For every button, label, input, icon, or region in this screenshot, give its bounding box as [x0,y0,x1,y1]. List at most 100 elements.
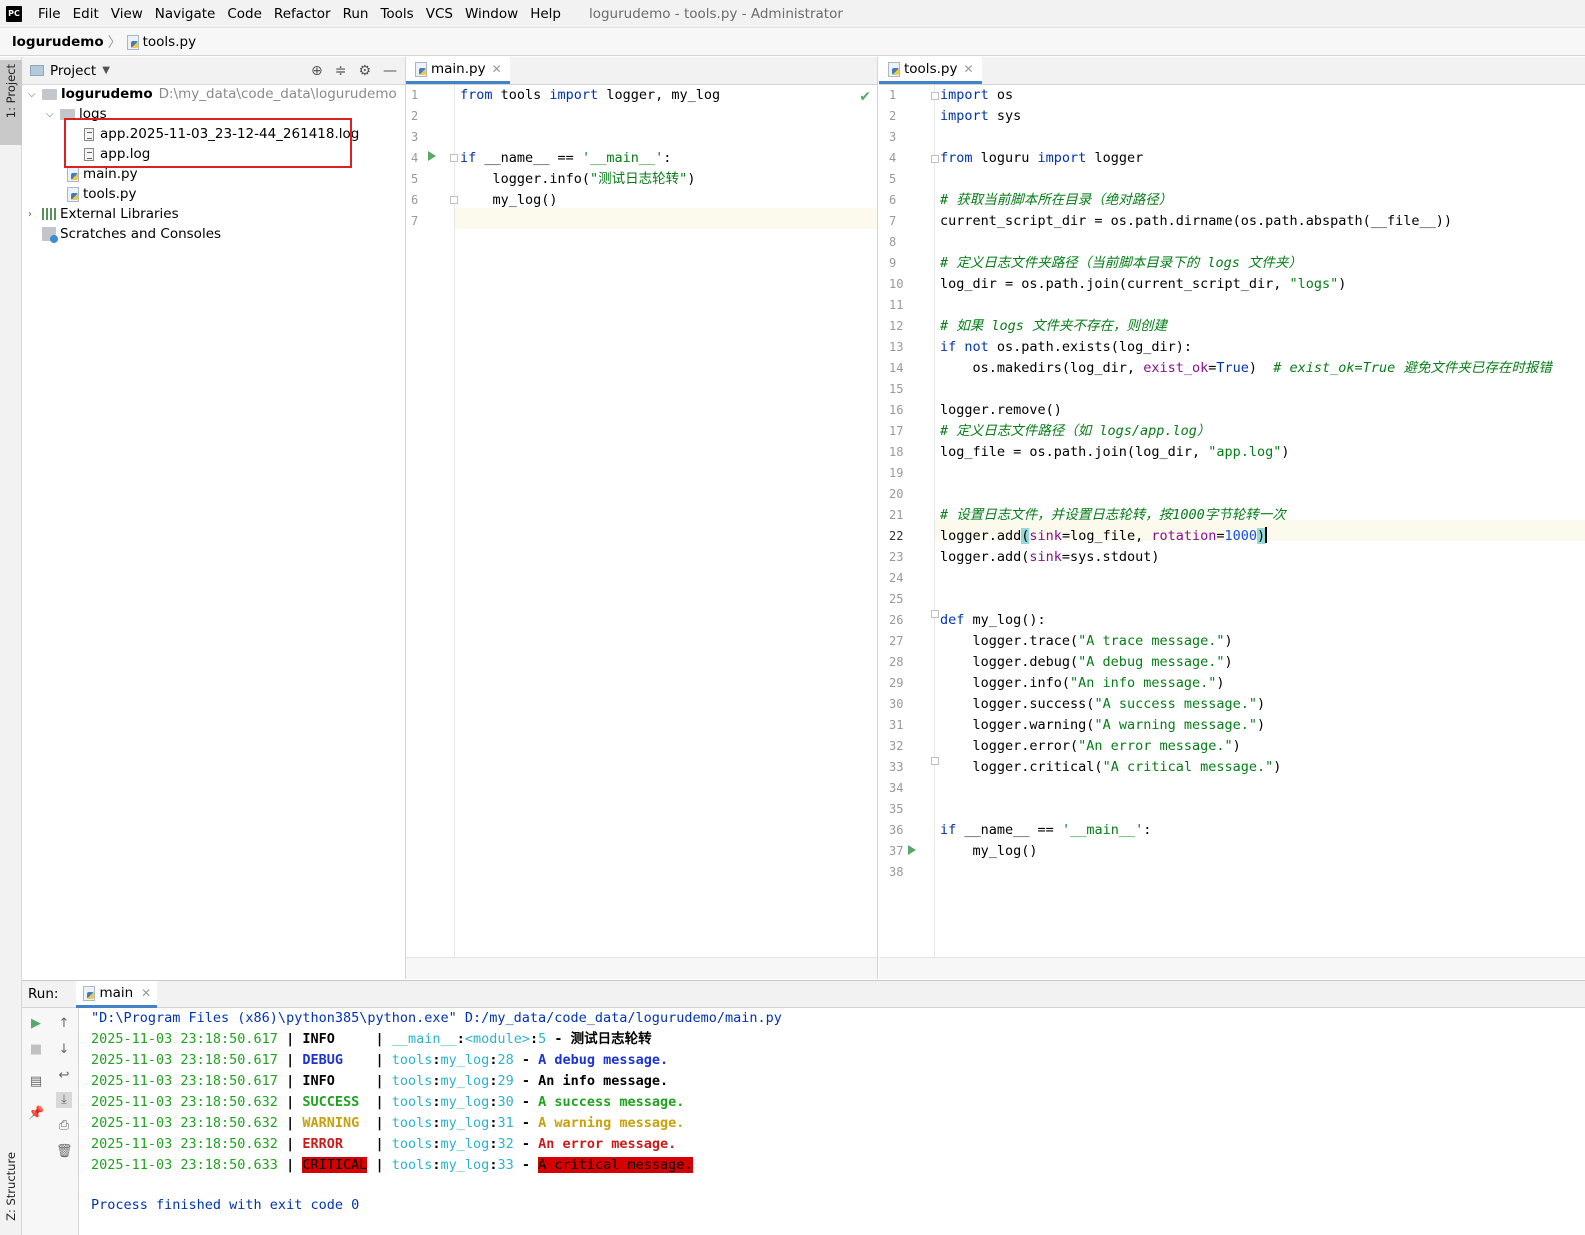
fold-marker-icon[interactable] [450,196,458,204]
menu-tools[interactable]: Tools [374,6,419,22]
inspection-ok-icon[interactable]: ✔ [859,89,871,105]
log-source-function: my_log [440,1136,490,1152]
tree-main-py-label: main.py [83,166,138,182]
chevron-right-icon[interactable]: › [28,209,42,220]
project-tool-button[interactable]: 1: Project [0,60,22,145]
tab-main-py[interactable]: main.py ✕ [406,57,510,84]
log-separator: | [277,1115,303,1131]
code-line: logger.debug("A debug message.") [940,654,1233,670]
breadcrumb-project[interactable]: logurudemo [12,34,104,50]
tree-item-tools-py[interactable]: tools.py [66,184,136,204]
menu-edit[interactable]: Edit [67,6,105,22]
close-icon[interactable]: ✕ [492,62,502,76]
console-output[interactable]: "D:\Program Files (x86)\python385\python… [91,1008,1585,1235]
fold-marker-icon[interactable] [931,610,939,618]
line-number: 18 [889,445,904,459]
menu-code[interactable]: Code [221,6,268,22]
line-number: 17 [889,424,904,438]
print-icon[interactable]: ⎙ [56,1118,72,1134]
code-line: logger.warning("A warning message.") [940,717,1266,733]
run-tab-main[interactable]: main ✕ [76,980,158,1008]
layout-icon[interactable]: ▤ [28,1074,44,1090]
code-line: os.makedirs(log_dir, exist_ok=True) # ex… [940,360,1552,376]
line-number: 20 [889,487,904,501]
line-number: 4 [411,151,419,165]
log-source-line: 31 [497,1115,514,1131]
log-timestamp: 2025-11-03 23:18:50.617 [91,1031,278,1047]
console-log-line: 2025-11-03 23:18:50.632 | ERROR | tools:… [91,1134,676,1155]
line-number: 1 [889,88,897,102]
log-level: DEBUG [302,1052,368,1068]
line-number: 10 [889,277,904,291]
code-line: logger.trace("A trace message.") [940,633,1233,649]
chevron-down-icon[interactable]: ▼ [102,65,110,76]
gear-icon[interactable]: ⚙ [358,63,371,79]
horizontal-scrollbar[interactable] [879,957,1585,979]
line-number: 34 [889,781,904,795]
log-separator: | [277,1031,303,1047]
breadcrumb-file[interactable]: tools.py [143,34,196,50]
line-number: 37 [889,844,904,858]
log-message: A success message. [538,1094,685,1110]
log-source-module: __main__ [391,1031,457,1047]
line-number: 31 [889,718,904,732]
menu-vcs[interactable]: VCS [420,6,459,22]
close-icon[interactable]: ✕ [141,986,151,1000]
run-tab-label: main [99,984,134,1001]
log-separator: - [513,1115,539,1131]
scroll-down-icon[interactable]: ↓ [56,1042,72,1058]
locate-icon[interactable]: ⊕ [311,63,323,79]
run-gutter-icon[interactable] [908,845,916,855]
line-number: 16 [889,403,904,417]
python-run-config-icon [82,985,96,1001]
pin-icon[interactable]: 📌 [28,1106,44,1122]
trash-icon[interactable]: 🗑 [56,1144,73,1160]
collapse-all-icon[interactable]: ≑ [335,63,347,79]
run-gutter-icon[interactable] [428,151,436,161]
soft-wrap-icon[interactable]: ↩ [56,1068,72,1084]
code-line: if __name__ == '__main__': [940,822,1152,838]
scroll-up-icon[interactable]: ↑ [56,1016,72,1032]
log-separator: | [277,1157,303,1173]
horizontal-scrollbar[interactable] [406,957,877,979]
chevron-down-icon[interactable]: ⌵ [46,109,60,120]
run-panel-header: Run: main ✕ [22,980,1585,1008]
code-line: logger.success("A success message.") [940,696,1266,712]
menu-refactor[interactable]: Refactor [268,6,337,22]
menu-file[interactable]: File [32,6,67,22]
fold-marker-icon[interactable] [931,757,939,765]
code-line: import os [940,87,1014,103]
project-panel-title[interactable]: Project [50,63,96,79]
menu-window[interactable]: Window [459,6,524,22]
rerun-icon[interactable]: ▶ [28,1016,44,1032]
close-icon[interactable]: ✕ [963,62,973,76]
log-source-function: my_log [440,1073,490,1089]
fold-marker-icon[interactable] [450,154,458,162]
console-log-line: 2025-11-03 23:18:50.632 | WARNING | tool… [91,1113,684,1134]
fold-marker-icon[interactable] [931,92,939,100]
python-file-icon [66,187,79,202]
tree-item-scratches[interactable]: Scratches and Consoles [42,224,221,244]
structure-tool-button[interactable]: Z: Structure [4,1152,18,1221]
tree-item-root[interactable]: ⌵ logurudemo D:\my_data\code_data\loguru… [28,84,397,104]
minimize-icon[interactable]: — [383,63,397,79]
menu-view[interactable]: View [105,6,149,22]
line-number: 6 [411,193,419,207]
log-message: A critical message. [538,1157,693,1173]
stop-icon[interactable]: ■ [28,1042,44,1058]
log-level: WARNING [302,1115,368,1131]
menu-help[interactable]: Help [524,6,567,22]
log-message: A warning message. [538,1115,685,1131]
log-separator: : [529,1031,539,1047]
chevron-down-icon[interactable]: ⌵ [28,89,42,100]
log-separator: | [277,1136,303,1152]
log-separator: : [432,1073,441,1089]
log-message: An error message. [538,1136,677,1152]
tree-item-external-libraries[interactable]: › External Libraries [28,204,179,224]
scroll-to-end-icon[interactable]: ⤓ [56,1092,72,1108]
menu-navigate[interactable]: Navigate [149,6,222,22]
tab-tools-py[interactable]: tools.py ✕ [879,57,982,84]
fold-marker-icon[interactable] [931,155,939,163]
log-separator: - [546,1031,571,1047]
menu-run[interactable]: Run [337,6,375,22]
